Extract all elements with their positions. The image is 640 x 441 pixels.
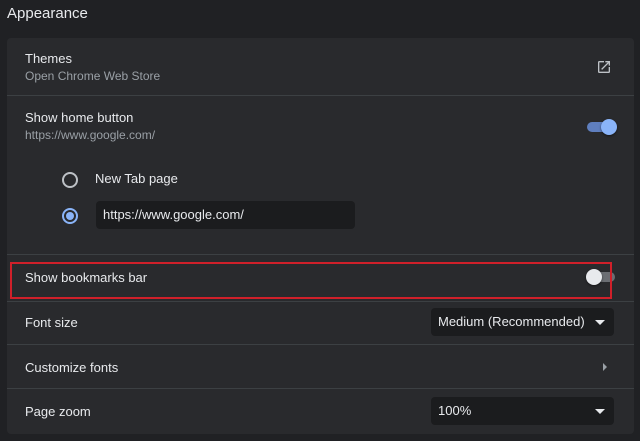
home-button-toggle[interactable] xyxy=(587,119,617,135)
home-button-sublabel: https://www.google.com/ xyxy=(25,128,156,142)
page-zoom-value: 100% xyxy=(438,403,472,418)
external-link-icon[interactable] xyxy=(596,59,612,75)
font-size-label: Font size xyxy=(25,315,78,330)
themes-label: Themes xyxy=(25,51,72,66)
font-size-value: Medium (Recommended) xyxy=(438,314,585,329)
section-title: Appearance xyxy=(7,5,88,22)
page-zoom-label: Page zoom xyxy=(25,404,91,419)
new-tab-radio[interactable] xyxy=(62,172,78,188)
font-size-row: Font size Medium (Recommended) xyxy=(7,302,634,344)
themes-sublabel: Open Chrome Web Store xyxy=(25,69,161,83)
page-zoom-select[interactable]: 100% xyxy=(431,397,614,425)
home-url-input[interactable]: https://www.google.com/ xyxy=(96,201,355,229)
customize-fonts-label: Customize fonts xyxy=(25,360,119,375)
font-size-select[interactable]: Medium (Recommended) xyxy=(431,308,614,336)
toggle-knob xyxy=(601,119,617,135)
custom-url-radio[interactable] xyxy=(62,208,78,224)
new-tab-label[interactable]: New Tab page xyxy=(95,171,178,186)
font-size-highlight-box xyxy=(10,262,612,299)
page-zoom-row: Page zoom 100% xyxy=(7,389,634,434)
chevron-down-icon xyxy=(595,320,605,325)
appearance-card: Themes Open Chrome Web Store Show home b… xyxy=(7,38,634,434)
home-button-label: Show home button xyxy=(25,110,134,125)
themes-row[interactable]: Themes Open Chrome Web Store xyxy=(7,38,634,95)
home-button-row: Show home button https://www.google.com/… xyxy=(7,96,634,254)
customize-fonts-row[interactable]: Customize fonts xyxy=(7,345,634,388)
chevron-right-icon xyxy=(603,363,607,371)
chevron-down-icon xyxy=(595,409,605,414)
